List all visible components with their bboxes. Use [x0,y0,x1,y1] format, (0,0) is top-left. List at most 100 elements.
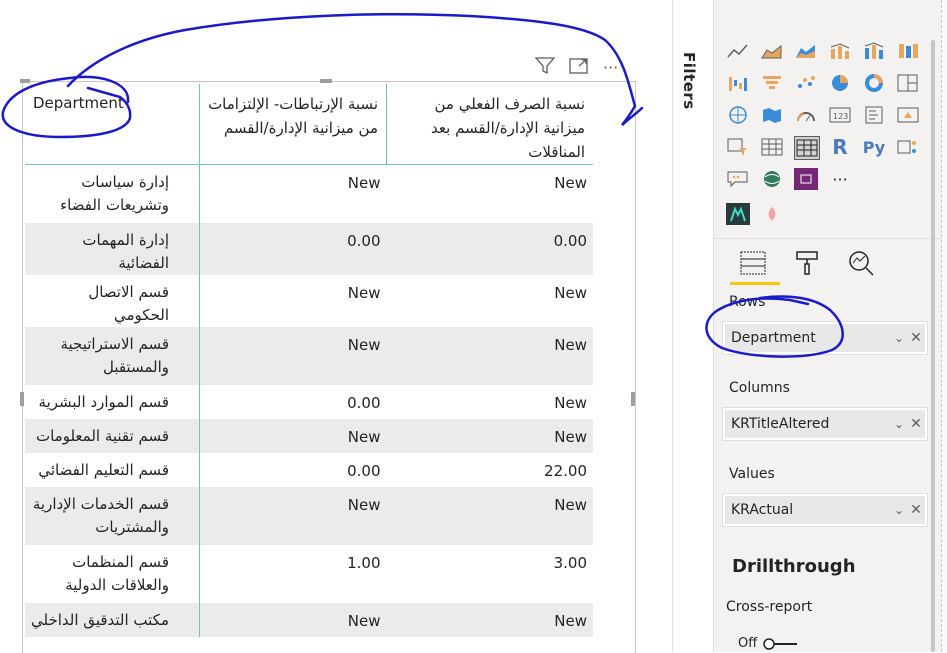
funnel-chart-icon[interactable] [760,72,784,94]
close-icon[interactable]: ✕ [907,330,925,346]
row-label-cell[interactable]: قسم الاتصال الحكومي [25,274,200,327]
columns-field-label: KRTitleAltered [731,416,830,432]
slicer-icon[interactable] [726,136,750,158]
value-cell[interactable]: 1.00 [200,545,387,603]
analytics-tab-icon[interactable] [847,248,875,278]
value-cell[interactable]: New [386,602,593,637]
custom-visual-icon[interactable] [760,203,784,225]
filter-icon[interactable] [534,56,556,80]
more-options-icon[interactable]: ··· [603,58,618,78]
area-chart-icon[interactable] [760,40,784,62]
arcgis-map-icon[interactable] [760,168,784,190]
row-label-cell[interactable]: إدارة المهمات الفضائية [25,222,200,275]
focus-mode-icon[interactable] [569,57,589,80]
line-chart-icon[interactable] [726,40,750,62]
row-label-cell[interactable]: قسم التعليم الفضائي [25,452,200,487]
values-well[interactable]: KRActual ⌄ ✕ [722,493,928,527]
scatter-chart-icon[interactable] [794,72,818,94]
line-stacked-column-icon[interactable] [862,40,886,62]
row-label-cell[interactable]: قسم الموارد البشرية [25,384,200,419]
table-row: قسم الاتصال الحكومي New New [25,274,594,327]
value-cell[interactable]: 0.00 [200,453,387,487]
row-label-cell[interactable]: قسم الاستراتيجية والمستقبل [25,326,200,385]
value-cell[interactable]: New [199,326,387,385]
resize-handle-top[interactable] [320,79,332,83]
value-cell[interactable]: 0.00 [199,222,387,275]
fields-pane-edge [941,0,947,652]
value-cell[interactable]: 22.00 [387,453,594,487]
kpi-icon[interactable] [896,104,920,126]
cross-report-toggle[interactable] [763,638,799,650]
row-label-cell[interactable]: قسم المنظمات والعلاقات الدولية [25,544,200,603]
value-cell[interactable]: New [200,275,387,327]
value-cell[interactable]: 0.00 [200,385,387,419]
gauge-icon[interactable] [794,104,818,126]
value-cell[interactable]: New [199,602,387,637]
python-visual-icon[interactable]: Py [862,136,886,158]
rows-field-pill[interactable]: Department ⌄ ✕ [725,324,925,352]
value-cell[interactable]: 0.00 [386,222,593,275]
columns-field-pill[interactable]: KRTitleAltered ⌄ ✕ [725,410,925,438]
stacked-area-chart-icon[interactable] [794,40,818,62]
row-label-cell[interactable]: إدارة سياسات وتشريعات الفضاء [25,164,200,223]
row-header-department[interactable]: Department [25,84,200,165]
treemap-icon[interactable] [896,72,920,94]
ribbon-chart-icon[interactable] [896,40,920,62]
pie-chart-icon[interactable] [828,72,852,94]
waterfall-chart-icon[interactable] [726,72,750,94]
rows-well[interactable]: Department ⌄ ✕ [722,321,928,355]
value-cell[interactable]: New [199,418,387,453]
filled-map-icon[interactable] [760,104,784,126]
resize-handle-left[interactable] [20,392,24,406]
donut-chart-icon[interactable] [862,72,886,94]
value-cell[interactable]: New [386,486,593,545]
power-apps-visual-icon[interactable] [794,168,818,190]
row-header-label: Department [33,94,124,112]
multi-row-card-icon[interactable] [862,104,886,126]
value-cell[interactable]: New [387,165,594,223]
value-cell[interactable]: New [199,486,387,545]
map-icon[interactable] [726,104,750,126]
value-cell[interactable]: 3.00 [387,545,594,603]
cell-value: 0.00 [347,461,381,480]
r-script-visual-icon[interactable]: R [828,135,852,159]
cell-value: New [554,174,587,192]
row-label-cell[interactable]: مكتب التدقيق الداخلي [25,602,200,637]
value-cell[interactable]: New [387,275,594,327]
line-clustered-column-icon[interactable] [828,40,852,62]
chevron-down-icon[interactable]: ⌄ [891,503,907,517]
custom-visual-icon[interactable] [726,203,750,225]
row-label-cell[interactable]: قسم تقنية المعلومات [25,418,200,453]
row-label-cell[interactable]: قسم الخدمات الإدارية والمشتريات [25,486,200,545]
cell-value: New [347,335,381,354]
table-row: قسم الموارد البشرية 0.00 New [25,384,594,419]
key-influencers-icon[interactable] [896,136,920,158]
table-icon[interactable] [760,136,784,158]
r-visual-label: R [832,135,848,159]
chevron-down-icon[interactable]: ⌄ [891,417,907,431]
format-tab-icon[interactable] [793,248,821,278]
value-cell[interactable]: New [387,385,594,419]
chevron-down-icon[interactable]: ⌄ [891,331,907,345]
fields-tab-icon[interactable] [739,248,767,278]
resize-handle-topleft[interactable] [20,79,30,83]
resize-handle-right[interactable] [631,392,635,406]
filters-pane-label[interactable]: Filters [680,52,698,110]
column-header-actual-spend[interactable]: نسبة الصرف الفعلي من ميزانية الإدارة/الق… [386,84,593,165]
value-cell[interactable]: New [386,418,593,453]
qna-visual-icon[interactable] [726,168,750,190]
row-label: قسم الخدمات الإدارية والمشتريات [32,494,169,536]
matrix-icon[interactable] [794,136,820,160]
card-icon[interactable]: 123 [828,104,852,126]
close-icon[interactable]: ✕ [907,416,925,432]
values-field-pill[interactable]: KRActual ⌄ ✕ [725,496,925,524]
value-cell[interactable]: New [386,326,593,385]
column-header-commitments[interactable]: نسبة الإرتباطات- الإلتزامات من ميزانية ا… [199,84,387,165]
value-cell[interactable]: New [200,165,387,223]
report-canvas: ··· Department نسبة الإرتباطات- الإلتزام… [0,0,672,653]
more-visuals-icon[interactable]: ··· [828,168,852,190]
row-label: قسم تقنية المعلومات [35,426,169,445]
pane-scrollbar[interactable] [931,40,935,652]
columns-well[interactable]: KRTitleAltered ⌄ ✕ [722,407,928,441]
close-icon[interactable]: ✕ [907,502,925,518]
